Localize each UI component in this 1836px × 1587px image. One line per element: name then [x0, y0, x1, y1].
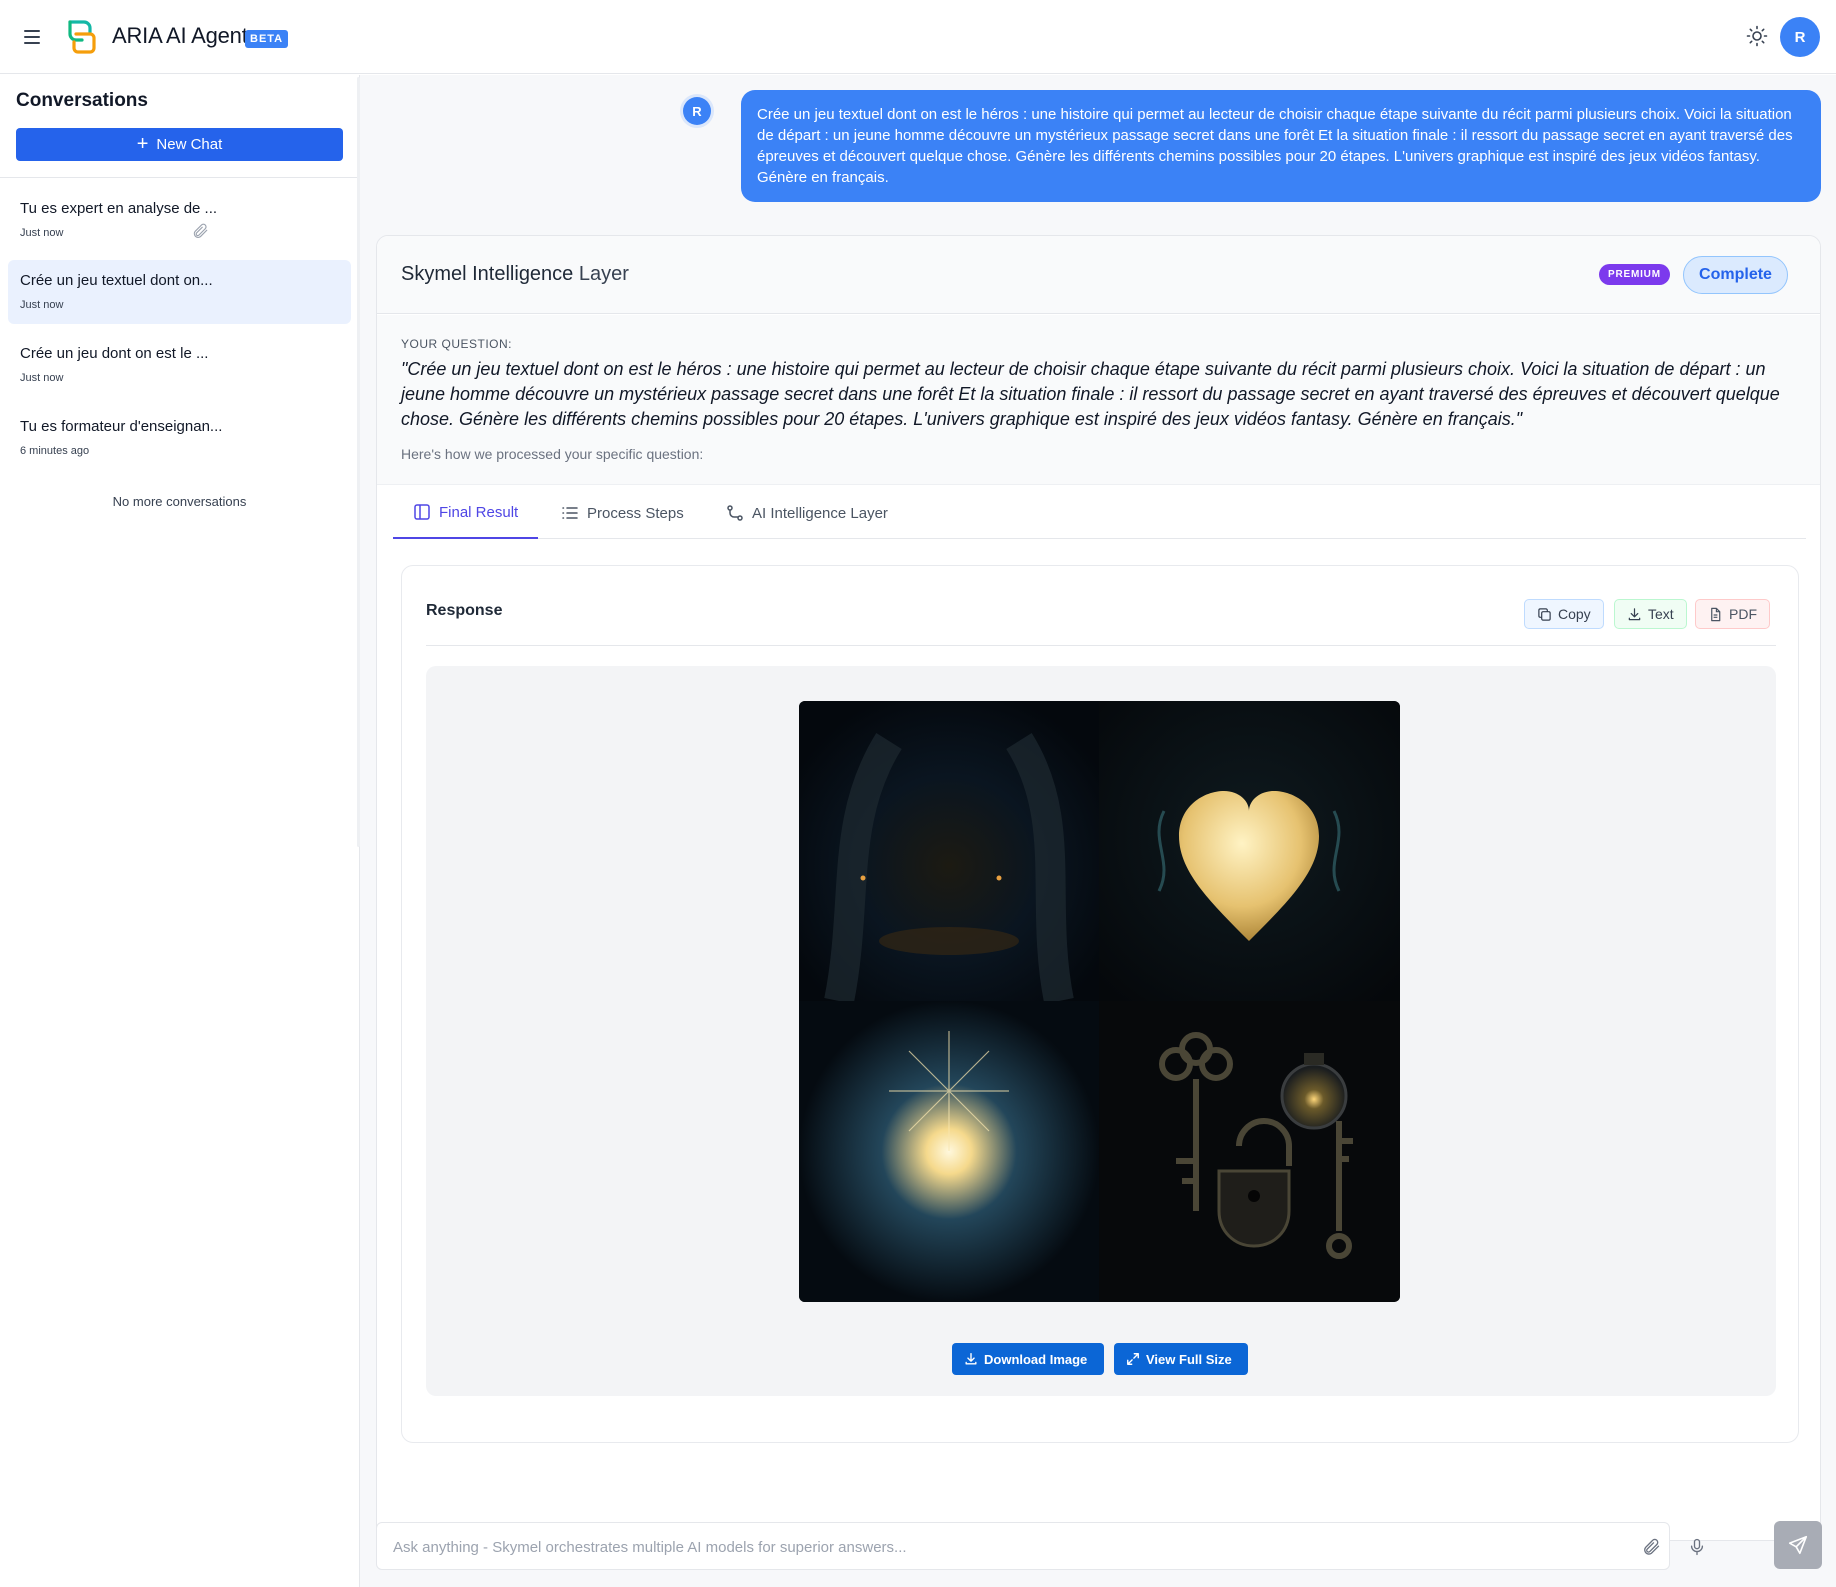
message-avatar: R — [683, 97, 711, 125]
conversation-time: Just now — [20, 372, 64, 384]
chat-input-bar — [376, 1522, 1704, 1570]
download-text-button[interactable]: Text — [1614, 599, 1687, 629]
status-complete-button[interactable]: Complete — [1683, 256, 1788, 294]
app-title: ARIA AI Agent — [112, 23, 248, 48]
conversation-title: Tu es formateur d'enseignan... — [20, 418, 223, 435]
view-full-size-label: View Full Size — [1146, 1351, 1232, 1367]
send-icon — [1787, 1534, 1809, 1556]
download-image-label: Download Image — [984, 1351, 1088, 1367]
result-tabs: Final Result Process Steps AI Intelligen… — [393, 487, 1806, 539]
hamburger-icon[interactable] — [22, 26, 42, 48]
main-panel: R Crée un jeu textuel dont on est le hér… — [360, 75, 1836, 1587]
download-icon — [964, 1352, 978, 1366]
result-header: Skymel Intelligence Layer PREMIUM Comple… — [377, 236, 1820, 314]
paperclip-icon — [191, 222, 209, 240]
question-section: YOUR QUESTION: "Crée un jeu textuel dont… — [377, 315, 1820, 485]
tab-final-result[interactable]: Final Result — [393, 487, 539, 539]
conversation-title: Crée un jeu dont on est le ... — [20, 345, 209, 362]
tab-label: Process Steps — [587, 504, 684, 522]
list-icon — [561, 504, 579, 522]
conversation-time: Just now — [20, 299, 64, 311]
question-text: "Crée un jeu textuel dont on est le héro… — [401, 359, 1780, 429]
response-title: Response — [426, 602, 503, 619]
conversation-time: 6 minutes ago — [20, 445, 90, 457]
expand-icon — [1126, 1352, 1140, 1366]
view-full-size-button[interactable]: View Full Size — [1114, 1343, 1248, 1375]
conversation-item[interactable]: Crée un jeu textuel dont on... Just now — [8, 260, 351, 324]
beta-badge: BETA — [245, 30, 289, 48]
conversation-item[interactable]: Crée un jeu dont on est le ... Just now — [8, 333, 351, 397]
response-card: Response Copy Text PDF Download Image Vi… — [401, 565, 1799, 1443]
download-image-button[interactable]: Download Image — [952, 1343, 1104, 1375]
tab-ai-intelligence-layer[interactable]: AI Intelligence Layer — [706, 487, 908, 539]
image-panel: Download Image View Full Size — [426, 666, 1776, 1396]
conversation-item[interactable]: Tu es formateur d'enseignan... 6 minutes… — [8, 406, 351, 470]
copy-button[interactable]: Copy — [1524, 599, 1604, 629]
user-message: Crée un jeu textuel dont on est le héros… — [741, 90, 1821, 202]
panel-icon — [413, 503, 431, 521]
copy-icon — [1537, 607, 1552, 622]
download-icon — [1627, 607, 1642, 622]
process-hint: Here's how we processed your specific qu… — [401, 446, 704, 462]
no-more-conversations: No more conversations — [112, 494, 247, 509]
sun-icon[interactable] — [1745, 24, 1769, 48]
result-title: Skymel Intelligence Layer — [401, 263, 629, 286]
microphone-icon[interactable] — [1687, 1537, 1707, 1557]
conversation-title: Crée un jeu textuel dont on... — [20, 272, 213, 289]
result-title-bold: Skymel Intelligence — [401, 263, 574, 285]
new-chat-button[interactable]: + New Chat — [16, 128, 343, 161]
sidebar-divider — [0, 177, 359, 178]
tab-label: AI Intelligence Layer — [752, 504, 888, 522]
top-bar: ARIA AI Agent BETA R — [0, 0, 1836, 74]
tab-label: Final Result — [439, 503, 519, 521]
sidebar-title: Conversations — [16, 90, 148, 111]
conversation-title: Tu es expert en analyse de ... — [20, 200, 218, 217]
conversation-item[interactable]: Tu es expert en analyse de ... Just now — [8, 188, 351, 252]
pdf-label: PDF — [1729, 606, 1757, 622]
result-title-rest: Layer — [573, 263, 629, 285]
conversation-time: Just now — [20, 227, 64, 239]
generated-image[interactable] — [799, 701, 1400, 1302]
logo-icon — [64, 18, 96, 54]
result-card: Skymel Intelligence Layer PREMIUM Comple… — [376, 235, 1821, 1541]
chat-input[interactable] — [393, 1535, 1593, 1559]
question-label: YOUR QUESTION: — [401, 337, 513, 351]
file-icon — [1708, 607, 1723, 622]
download-pdf-button[interactable]: PDF — [1695, 599, 1770, 629]
user-avatar[interactable]: R — [1780, 17, 1820, 57]
new-chat-label: New Chat — [156, 136, 223, 153]
copy-label: Copy — [1558, 606, 1591, 622]
plus-icon: + — [136, 132, 149, 155]
paperclip-icon[interactable] — [1641, 1537, 1661, 1557]
tab-process-steps[interactable]: Process Steps — [541, 487, 704, 539]
text-label: Text — [1648, 606, 1674, 622]
premium-badge: PREMIUM — [1599, 264, 1670, 285]
sidebar: Conversations + New Chat Tu es expert en… — [0, 75, 360, 1587]
response-divider — [426, 645, 1776, 646]
route-icon — [726, 504, 744, 522]
send-button[interactable] — [1774, 1521, 1822, 1569]
